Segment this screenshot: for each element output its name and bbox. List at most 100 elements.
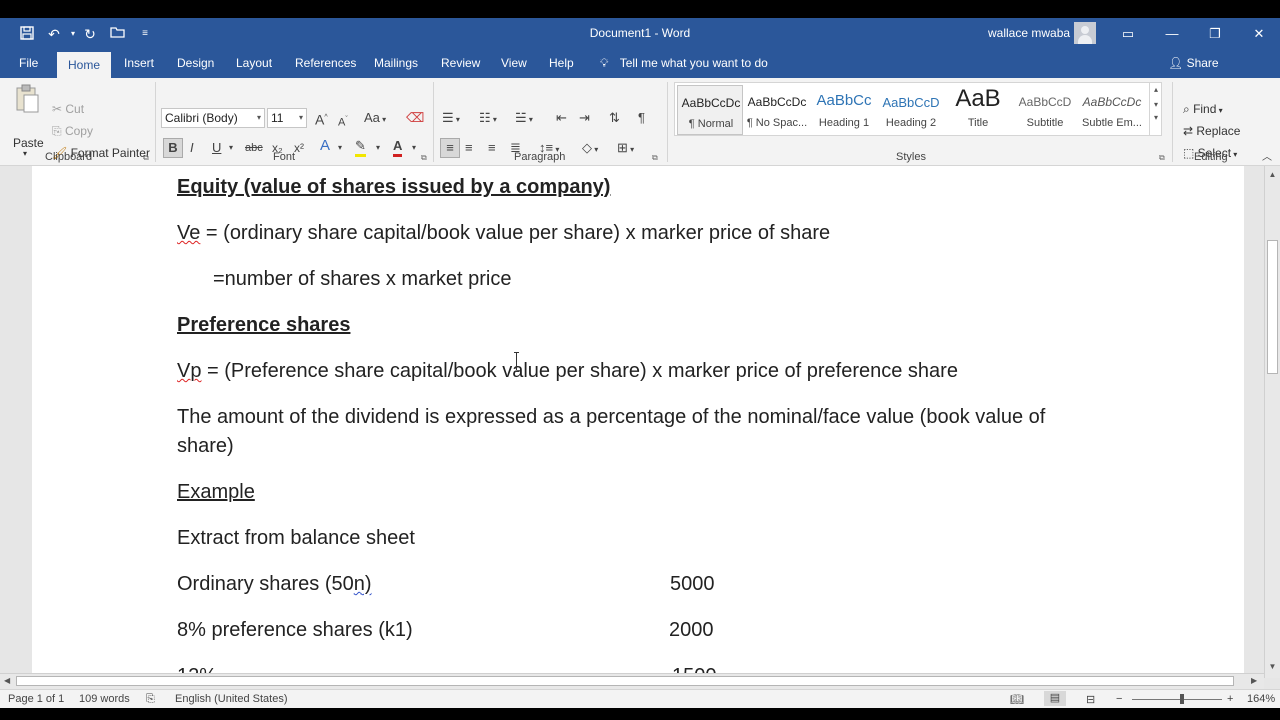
strikethrough-button[interactable]: abc <box>245 140 263 156</box>
document-page[interactable]: Equity (value of shares issued by a comp… <box>32 166 1244 678</box>
zoom-level[interactable]: 164% <box>1247 693 1275 705</box>
increase-indent-icon[interactable]: ⇥ <box>579 110 590 126</box>
styles-scroll[interactable]: ▴ ▾ ▾ <box>1149 83 1162 135</box>
clipboard-launcher-icon[interactable]: ⧉ <box>143 153 149 163</box>
underline-dropdown-icon[interactable]: ▾ <box>229 140 233 156</box>
read-mode-icon[interactable]: 📖︎ <box>1010 693 1024 706</box>
align-center-icon[interactable]: ≡ <box>465 140 473 156</box>
page-count[interactable]: Page 1 of 1 <box>8 693 64 705</box>
horizontal-scroll-thumb[interactable] <box>16 676 1234 686</box>
cut-button[interactable]: ✂ Cut <box>52 102 84 116</box>
highlight-icon[interactable]: ✎ <box>355 138 366 157</box>
sort-icon[interactable]: ⇅ <box>609 110 620 126</box>
italic-button[interactable]: I <box>190 140 194 156</box>
chevron-down-icon[interactable]: ▾ <box>376 140 380 156</box>
zoom-in-icon[interactable]: + <box>1227 693 1233 705</box>
paste-button[interactable]: Paste <box>13 136 44 150</box>
spell-error-vp[interactable]: Vp <box>177 360 201 382</box>
scroll-left-icon[interactable]: ◀ <box>4 676 10 685</box>
paragraph-launcher-icon[interactable]: ⧉ <box>652 153 658 163</box>
copy-button[interactable]: ⎘ Copy <box>52 124 93 139</box>
avatar[interactable] <box>1074 22 1096 44</box>
style-title[interactable]: AaB Title <box>945 85 1011 135</box>
paste-dropdown-icon[interactable]: ▾ <box>23 149 27 158</box>
word-count[interactable]: 109 words <box>79 693 130 705</box>
tab-references[interactable]: References <box>295 56 356 70</box>
user-name[interactable]: wallace mwaba <box>988 26 1070 40</box>
scroll-right-icon[interactable]: ▶ <box>1251 676 1257 685</box>
borders-icon[interactable]: ⊞ ▾ <box>617 140 634 158</box>
grow-font-icon[interactable]: A^ <box>315 110 328 128</box>
chevron-down-icon[interactable]: ▾ <box>338 140 342 156</box>
web-layout-icon[interactable]: ⊟ <box>1086 693 1095 706</box>
style-no-spacing[interactable]: AaBbCcDc ¶ No Spac... <box>744 85 810 135</box>
ribbon-display-icon[interactable]: ▭ <box>1106 18 1150 49</box>
minimize-icon[interactable]: — <box>1150 18 1194 49</box>
horizontal-scrollbar[interactable]: ◀ ▶ <box>0 673 1264 689</box>
numbering-icon[interactable]: ☷ ▾ <box>479 110 497 128</box>
spell-error-ve[interactable]: Ve <box>177 222 200 244</box>
vertical-scroll-thumb[interactable] <box>1267 240 1278 374</box>
tab-insert[interactable]: Insert <box>124 56 154 70</box>
superscript-button[interactable]: x² <box>294 140 304 156</box>
scroll-down-icon[interactable]: ▼ <box>1267 662 1278 671</box>
vertical-scrollbar[interactable]: ▲ ▼ <box>1264 166 1280 678</box>
tab-file[interactable]: File <box>19 56 38 70</box>
bold-button[interactable]: B <box>163 138 183 158</box>
close-icon[interactable]: ✕ <box>1237 18 1280 49</box>
replace-button[interactable]: ⇄ Replace <box>1183 124 1240 138</box>
language[interactable]: English (United States) <box>175 693 288 705</box>
ribbon-tabs: File Home Insert Design Layout Reference… <box>0 49 1280 78</box>
decrease-indent-icon[interactable]: ⇤ <box>556 110 567 126</box>
tab-review[interactable]: Review <box>441 56 480 70</box>
font-launcher-icon[interactable]: ⧉ <box>421 153 427 163</box>
style-normal[interactable]: AaBbCcDc ¶ Normal <box>677 85 743 135</box>
chevron-down-icon[interactable]: ▾ <box>1150 100 1162 109</box>
text-effects-icon[interactable]: A <box>320 138 330 154</box>
show-formatting-icon[interactable]: ¶ <box>638 110 645 126</box>
tab-design[interactable]: Design <box>177 56 214 70</box>
shading-icon[interactable]: ◇ ▾ <box>582 140 598 158</box>
print-layout-icon[interactable]: ▤ <box>1044 691 1066 706</box>
change-case-icon[interactable]: Aa ▾ <box>364 110 386 128</box>
zoom-out-icon[interactable]: − <box>1116 693 1122 705</box>
share-button[interactable]: 👤︎ Share <box>1168 56 1219 70</box>
tab-help[interactable]: Help <box>549 56 574 70</box>
chevron-up-icon[interactable]: ▴ <box>1150 85 1162 94</box>
tab-view[interactable]: View <box>501 56 527 70</box>
style-subtitle[interactable]: AaBbCcD Subtitle <box>1012 85 1078 135</box>
proofing-icon[interactable]: ⎘ <box>146 693 155 706</box>
style-subtle-emphasis[interactable]: AaBbCcDc Subtle Em... <box>1079 85 1145 135</box>
font-color-icon[interactable]: A <box>393 138 403 157</box>
zoom-slider[interactable] <box>1132 699 1222 700</box>
align-left-icon[interactable]: ≡ <box>440 138 460 158</box>
paste-icon[interactable] <box>14 84 40 114</box>
style-preview: AaB <box>955 85 1001 112</box>
find-button[interactable]: ⌕ Find ▾ <box>1183 102 1223 117</box>
tell-me-search[interactable]: 💡︎ Tell me what you want to do <box>600 56 768 71</box>
font-name-combo[interactable]: Calibri (Body) ▾ <box>161 108 265 128</box>
align-right-icon[interactable]: ≡ <box>488 140 496 156</box>
clear-formatting-icon[interactable]: ⌫ <box>406 110 424 126</box>
font-size-combo[interactable]: 11 ▾ <box>267 108 307 128</box>
shrink-font-icon[interactable]: Aˇ <box>338 112 348 131</box>
underline-button[interactable]: U <box>212 140 221 156</box>
lightbulb-icon: 💡︎ <box>600 56 609 70</box>
tab-layout[interactable]: Layout <box>236 56 272 70</box>
chevron-down-icon[interactable]: ▾ <box>412 140 416 156</box>
styles-launcher-icon[interactable]: ⧉ <box>1159 153 1165 163</box>
tab-mailings[interactable]: Mailings <box>374 56 418 70</box>
paragraph-group-label: Paragraph <box>514 151 566 163</box>
multilevel-list-icon[interactable]: ☱ ▾ <box>515 110 533 128</box>
bullets-icon[interactable]: ☰ ▾ <box>442 110 460 128</box>
scroll-up-icon[interactable]: ▲ <box>1267 170 1278 179</box>
more-styles-icon[interactable]: ▾ <box>1150 113 1162 122</box>
grammar-error[interactable]: n) <box>354 573 372 595</box>
style-heading-2[interactable]: AaBbCcD Heading 2 <box>878 85 944 135</box>
restore-icon[interactable]: ❐ <box>1193 18 1237 49</box>
collapse-ribbon-icon[interactable]: ︿ <box>1262 150 1272 166</box>
status-bar: Page 1 of 1 109 words ⎘ English (United … <box>0 689 1280 708</box>
tab-home[interactable]: Home <box>57 52 111 78</box>
style-heading-1[interactable]: AaBbCc Heading 1 <box>811 85 877 135</box>
zoom-slider-knob[interactable] <box>1180 694 1184 704</box>
